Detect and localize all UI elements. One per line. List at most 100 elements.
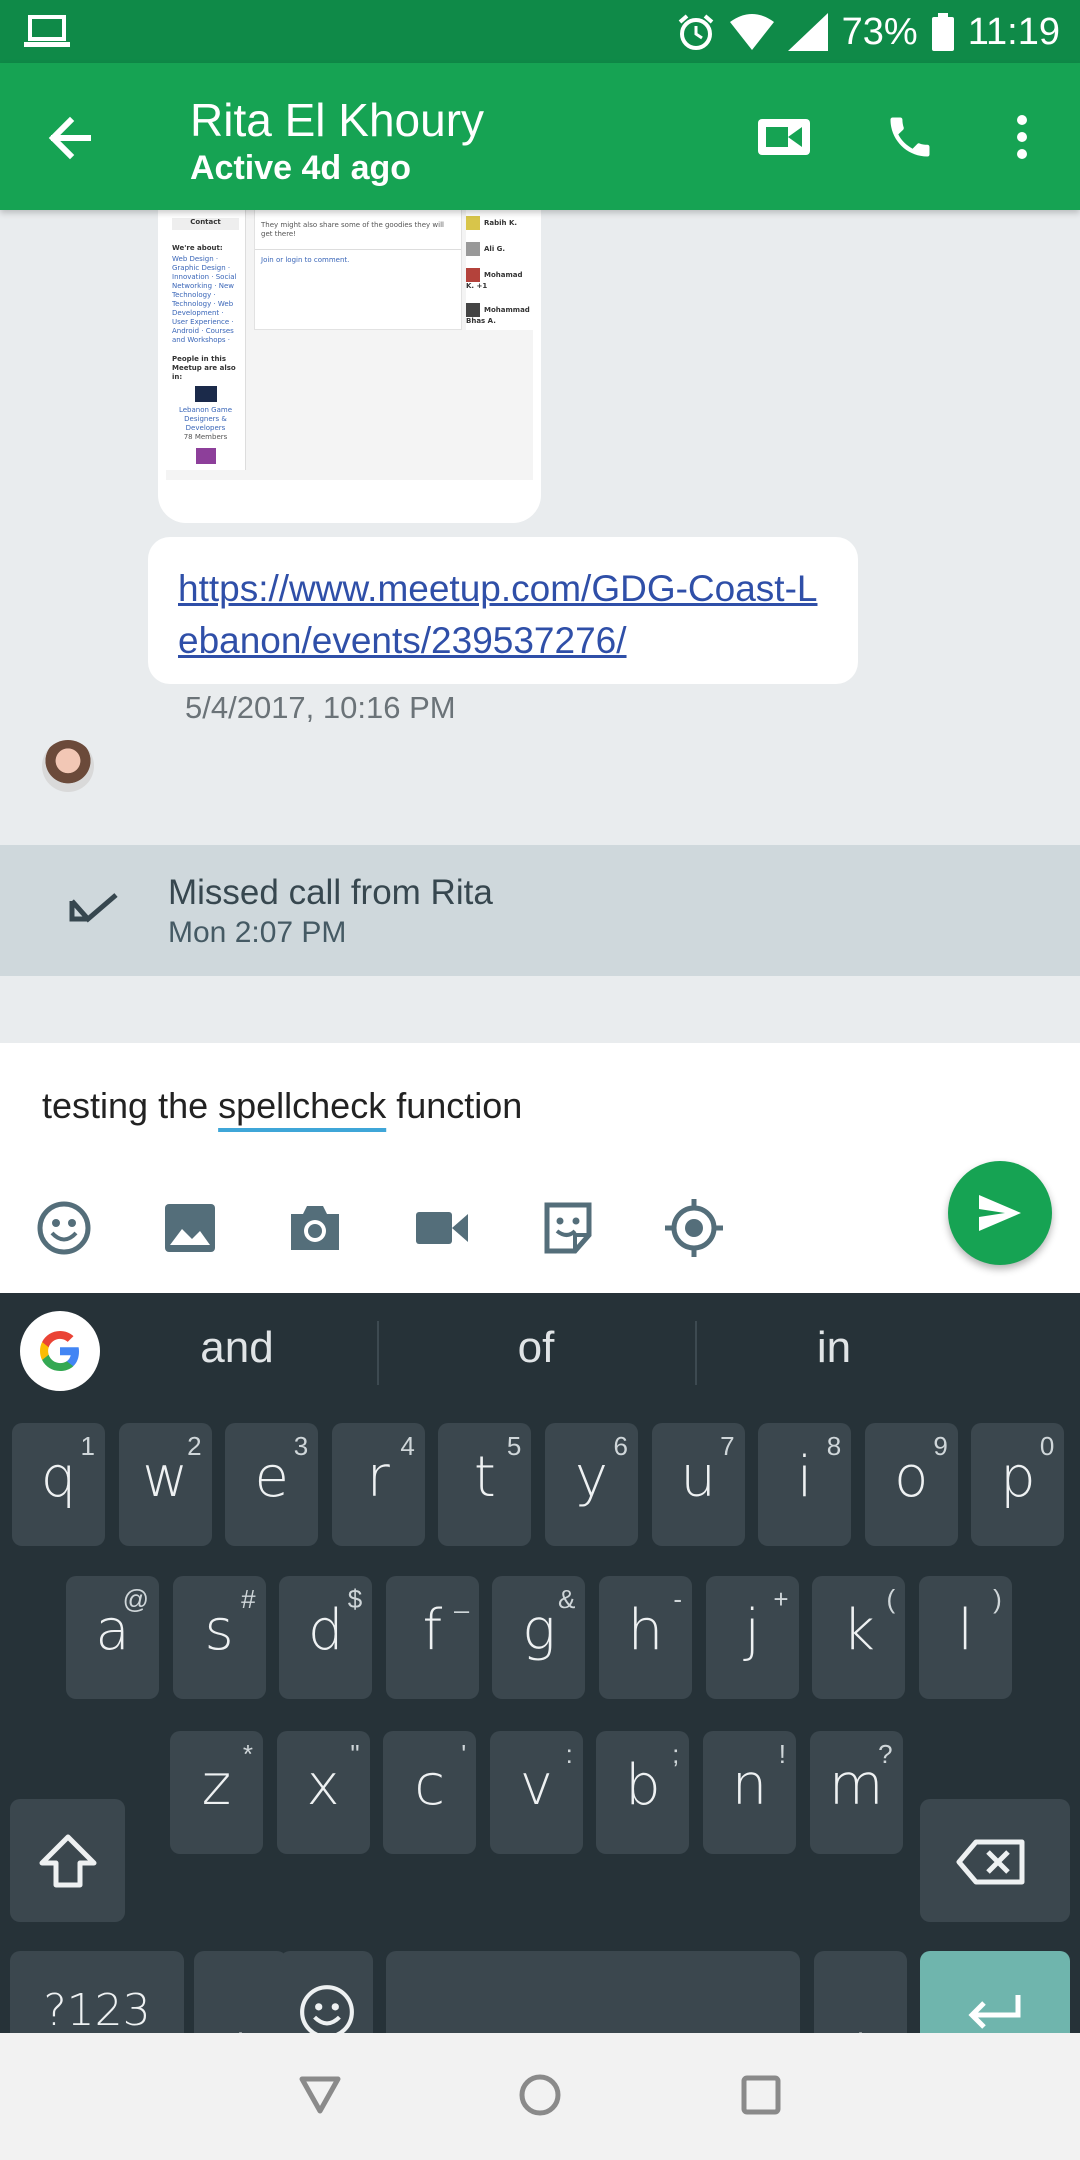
key-label: x: [306, 1753, 340, 1818]
key-p[interactable]: 0p: [971, 1423, 1065, 1546]
suggestion-bar: and of in: [0, 1293, 1080, 1413]
emoji-button[interactable]: [34, 1198, 94, 1258]
key-i[interactable]: 8i: [758, 1423, 852, 1546]
suggestion-1[interactable]: and: [137, 1323, 337, 1373]
key-k[interactable]: (k: [812, 1576, 906, 1699]
key-u[interactable]: 7u: [651, 1423, 745, 1546]
video-button[interactable]: [412, 1198, 472, 1258]
key-j[interactable]: + j: [705, 1576, 799, 1699]
thumb-contact: Contact: [172, 218, 239, 230]
key-s[interactable]: # s: [172, 1576, 266, 1699]
key-d[interactable]: $ d: [279, 1576, 373, 1699]
back-arrow-icon[interactable]: [38, 103, 108, 173]
key-label: k: [842, 1598, 875, 1663]
key-label: w: [142, 1445, 188, 1510]
more-options-button[interactable]: [986, 101, 1058, 173]
nav-back-triangle-icon: [299, 2076, 341, 2114]
thumb-name-1: Rabih K.: [484, 219, 518, 227]
contact-name[interactable]: Rita El Khoury: [190, 93, 484, 147]
nav-home-button[interactable]: [510, 2065, 570, 2125]
key-o[interactable]: 9o: [864, 1423, 958, 1546]
link-message-bubble: https://www.meetup.com/GDG-Coast-Lebanon…: [148, 537, 858, 684]
key-a[interactable]: @ a: [66, 1576, 159, 1699]
location-target-icon: [665, 1199, 723, 1257]
nav-home-circle-icon: [519, 2074, 561, 2116]
thumb-group-logo: [195, 448, 216, 464]
sticker-button[interactable]: [538, 1198, 598, 1258]
contact-avatar[interactable]: [42, 740, 94, 792]
missed-call-title: Missed call from Rita: [168, 873, 493, 912]
meetup-screenshot-thumbnail: Contact We're about: Web Design · Graphi…: [166, 210, 533, 480]
key-q[interactable]: 1q: [12, 1423, 105, 1546]
shift-icon: [39, 1834, 97, 1888]
key-z[interactable]: * z: [170, 1731, 263, 1854]
app-bar: Rita El Khoury Active 4d ago: [0, 63, 1080, 210]
key-c[interactable]: ' c: [383, 1731, 477, 1854]
video-camera-icon: [758, 119, 810, 155]
conversation-area[interactable]: Contact We're about: Web Design · Graphi…: [0, 210, 1080, 1043]
keyboard: and of in 1q2w3e4r5t6y7u8i9o0p @ a # s $ d _ f &…: [0, 1293, 1080, 2074]
key-t[interactable]: 5t: [438, 1423, 532, 1546]
send-button[interactable]: [948, 1161, 1052, 1265]
thumb-group-name: Lebanon Game Designers & Developers: [178, 406, 233, 432]
thumb-about-title: We're about:: [172, 244, 223, 252]
signal-icon: [787, 13, 828, 51]
key-label: e: [254, 1445, 289, 1510]
backspace-icon: [956, 1839, 1025, 1885]
key-label: c: [414, 1753, 446, 1818]
thumb-about-text: Web Design · Graphic Design · Innovation…: [172, 255, 237, 344]
key-label: l: [957, 1598, 974, 1663]
key-label: f: [422, 1598, 443, 1663]
google-icon[interactable]: [20, 1311, 100, 1391]
missed-call-notice[interactable]: Missed call from Rita Mon 2:07 PM: [0, 845, 1080, 976]
key-r[interactable]: 4r: [331, 1423, 425, 1546]
shift-key[interactable]: [10, 1799, 125, 1922]
meetup-link[interactable]: https://www.meetup.com/GDG-Coast-Lebanon…: [178, 563, 828, 667]
emoji-icon: [37, 1201, 91, 1255]
key-label: s: [204, 1598, 234, 1663]
missed-call-icon: [69, 893, 118, 923]
location-button[interactable]: [664, 1198, 724, 1258]
enter-icon: [968, 1995, 1021, 2029]
gallery-button[interactable]: [160, 1198, 220, 1258]
key-v[interactable]: :v: [489, 1731, 583, 1854]
image-message[interactable]: Contact We're about: Web Design · Graphi…: [158, 210, 541, 523]
key-n[interactable]: ! n: [703, 1731, 796, 1854]
misspelled-word[interactable]: spellcheck: [218, 1085, 386, 1126]
thumb-group-sub: 78 Members: [183, 433, 228, 441]
nav-recents-square-icon: [741, 2075, 781, 2115]
voice-call-button[interactable]: [874, 101, 946, 173]
key-label: g: [522, 1598, 556, 1663]
camera-button[interactable]: [285, 1198, 345, 1258]
nav-back-button[interactable]: [290, 2065, 350, 2125]
key-label: q: [40, 1445, 77, 1510]
navigation-bar: [0, 2033, 1080, 2160]
nav-recents-button[interactable]: [731, 2065, 791, 2125]
key-w[interactable]: 2w: [118, 1423, 212, 1546]
message-input[interactable]: testing the spellcheck function: [42, 1085, 522, 1127]
laptop-icon: [24, 15, 70, 47]
key-b[interactable]: ; b: [596, 1731, 690, 1854]
key-x[interactable]: " x: [276, 1731, 370, 1854]
key-h[interactable]: -h: [599, 1576, 692, 1699]
key-label: r: [366, 1445, 390, 1510]
key-label: h: [627, 1598, 664, 1663]
key-label: p: [1000, 1445, 1036, 1510]
key-e[interactable]: 3e: [225, 1423, 319, 1546]
key-y[interactable]: 6y: [545, 1423, 638, 1546]
key-label: z: [201, 1753, 232, 1818]
suggestion-3[interactable]: in: [734, 1323, 934, 1373]
key-l[interactable]: ) l: [918, 1576, 1012, 1699]
compose-area: testing the spellcheck function: [0, 1043, 1080, 1293]
key-f[interactable]: _ f: [385, 1576, 479, 1699]
message-timestamp: 5/4/2017, 10:16 PM: [185, 690, 456, 725]
backspace-key[interactable]: [920, 1799, 1070, 1922]
suggestion-divider: [377, 1321, 379, 1385]
missed-call-time: Mon 2:07 PM: [168, 916, 347, 949]
suggestion-2[interactable]: of: [436, 1323, 636, 1373]
key-g[interactable]: & g: [492, 1576, 586, 1699]
key-m[interactable]: ? m: [809, 1731, 903, 1854]
video-call-button[interactable]: [748, 101, 820, 173]
thumb-people-title: People in this Meetup are also in:: [172, 355, 236, 381]
symbols-key-label: ?123: [43, 1985, 151, 2036]
